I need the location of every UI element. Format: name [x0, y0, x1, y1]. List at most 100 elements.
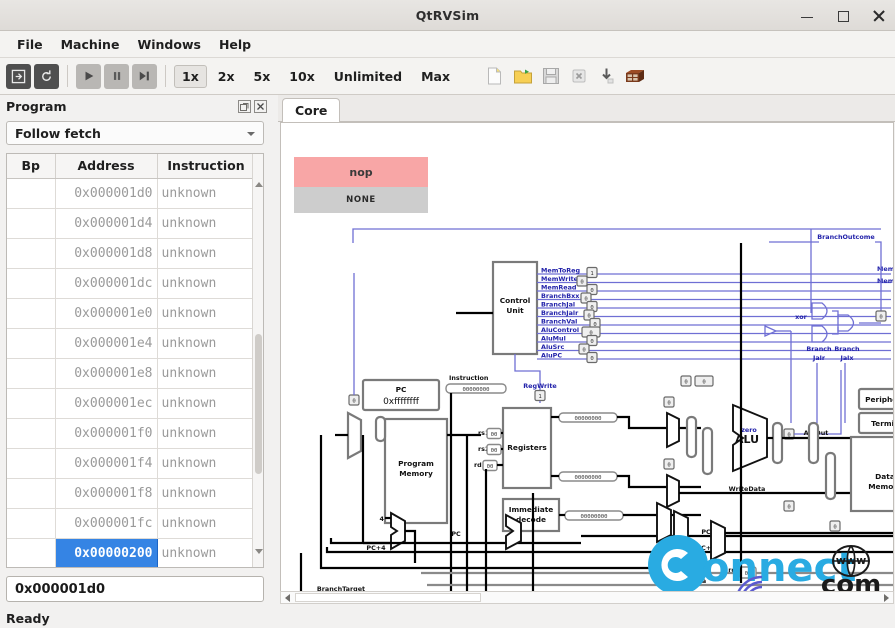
core-diagram-canvas[interactable]: nop NONE .blk { fill:#ffffff; stroke:#7a…	[280, 122, 894, 595]
float-icon[interactable]	[238, 100, 251, 113]
cell-address[interactable]: 0x000001f8	[55, 478, 158, 509]
cell-address[interactable]: 0x00000200	[54, 537, 158, 567]
reset-icon[interactable]	[6, 63, 31, 89]
hscroll-thumb[interactable]	[295, 593, 481, 602]
table-row[interactable]: 0x000001e0 unknown	[7, 298, 256, 329]
table-row[interactable]: 0x000001fc unknown	[7, 508, 256, 539]
save-as-icon[interactable]	[594, 64, 619, 89]
open-folder-icon[interactable]	[510, 64, 535, 89]
cell-bp[interactable]	[7, 538, 56, 567]
build-icon[interactable]	[622, 64, 647, 89]
registers-out2-value: 00000000	[575, 475, 602, 481]
cell-bp[interactable]	[7, 448, 56, 479]
program-dock: Program Follow fetch Bp Address Instruct…	[0, 95, 272, 610]
table-row[interactable]: 0x000001e4 unknown	[7, 328, 256, 359]
control-unit-label-2: Unit	[506, 306, 524, 315]
table-row[interactable]: 0x000001f0 unknown	[7, 418, 256, 449]
step-forward-icon[interactable]	[132, 63, 157, 89]
maximize-button[interactable]	[835, 8, 851, 24]
table-header-row: Bp Address Instruction	[7, 154, 256, 179]
cell-address[interactable]: 0x000001d4	[55, 208, 158, 239]
cell-address[interactable]: 0x000001fc	[55, 508, 158, 539]
table-row[interactable]: 0x000001dc unknown	[7, 268, 256, 299]
table-row[interactable]: 0x000001d8 unknown	[7, 238, 256, 269]
cell-bp[interactable]	[7, 298, 56, 329]
core-horizontal-scrollbar[interactable]	[280, 591, 894, 604]
cell-address[interactable]: 0x000001f4	[55, 448, 158, 479]
speed-5x[interactable]: 5x	[246, 65, 279, 88]
scroll-down-arrow-icon[interactable]	[253, 545, 263, 557]
program-vertical-scrollbar[interactable]	[252, 154, 263, 567]
cell-instruction[interactable]: unknown	[157, 178, 256, 209]
cell-bp[interactable]	[7, 388, 56, 419]
table-row[interactable]: 0x00000200 unknown	[7, 537, 256, 567]
close-file-icon[interactable]	[566, 64, 591, 89]
table-row[interactable]: 0x000001d4 unknown	[7, 208, 256, 239]
speed-10x[interactable]: 10x	[281, 65, 322, 88]
minimize-button[interactable]	[799, 8, 815, 24]
cell-instruction[interactable]: unknown	[157, 448, 256, 479]
speed-unlimited[interactable]: Unlimited	[326, 65, 410, 88]
menu-windows[interactable]: Windows	[128, 34, 210, 55]
cell-instruction[interactable]: unknown	[157, 268, 256, 299]
address-field[interactable]: 0x000001d0	[6, 576, 264, 602]
cell-address[interactable]: 0x000001f0	[55, 418, 158, 449]
scroll-left-arrow-icon[interactable]	[281, 592, 294, 603]
column-header-bp[interactable]: Bp	[7, 154, 56, 179]
cell-bp[interactable]	[7, 328, 56, 359]
cell-address[interactable]: 0x000001d0	[55, 178, 158, 209]
cell-bp[interactable]	[7, 358, 56, 389]
cell-bp[interactable]	[7, 268, 56, 299]
cell-address[interactable]: 0x000001ec	[55, 388, 158, 419]
cell-instruction[interactable]: unknown	[157, 508, 256, 539]
cell-address[interactable]: 0x000001e4	[55, 328, 158, 359]
menu-help[interactable]: Help	[210, 34, 260, 55]
menu-bar: File Machine Windows Help	[0, 31, 895, 58]
immediate-decode-value: 00000000	[581, 514, 608, 520]
cell-bp[interactable]	[7, 178, 56, 209]
table-row[interactable]: 0x000001f4 unknown	[7, 448, 256, 479]
cell-instruction[interactable]: unknown	[157, 418, 256, 449]
cell-instruction[interactable]: unknown	[157, 328, 256, 359]
pause-icon[interactable]	[104, 63, 129, 89]
cell-bp[interactable]	[7, 238, 56, 269]
cell-bp[interactable]	[7, 508, 56, 539]
table-row[interactable]: 0x000001d0 unknown	[7, 178, 256, 209]
cell-bp[interactable]	[7, 418, 56, 449]
column-header-instruction[interactable]: Instruction	[157, 154, 256, 179]
cell-instruction[interactable]: unknown	[157, 358, 256, 389]
cell-bp[interactable]	[7, 478, 56, 509]
tab-core[interactable]: Core	[282, 98, 341, 122]
cell-address[interactable]: 0x000001d8	[55, 238, 158, 269]
new-file-icon[interactable]	[482, 64, 507, 89]
cell-instruction[interactable]: unknown	[157, 238, 256, 269]
cell-instruction[interactable]: unknown	[157, 388, 256, 419]
close-icon[interactable]	[254, 100, 267, 113]
cell-instruction[interactable]: unknown	[157, 298, 256, 329]
scroll-right-arrow-icon[interactable]	[880, 592, 893, 603]
scroll-up-arrow-icon[interactable]	[253, 178, 263, 190]
cell-address[interactable]: 0x000001e8	[55, 358, 158, 389]
cell-instruction[interactable]: unknown	[157, 538, 256, 567]
program-dock-buttons	[238, 100, 267, 113]
save-icon[interactable]	[538, 64, 563, 89]
cell-instruction[interactable]: unknown	[157, 208, 256, 239]
cell-bp[interactable]	[7, 208, 56, 239]
reload-icon[interactable]	[34, 63, 59, 89]
cell-instruction[interactable]: unknown	[157, 478, 256, 509]
column-header-address[interactable]: Address	[55, 154, 158, 179]
scroll-thumb[interactable]	[255, 334, 262, 474]
speed-max[interactable]: Max	[413, 65, 458, 88]
table-row[interactable]: 0x000001ec unknown	[7, 388, 256, 419]
menu-machine[interactable]: Machine	[52, 34, 129, 55]
cell-address[interactable]: 0x000001dc	[55, 268, 158, 299]
close-button[interactable]	[871, 8, 887, 24]
follow-mode-combo[interactable]: Follow fetch	[6, 121, 264, 145]
speed-2x[interactable]: 2x	[210, 65, 243, 88]
speed-1x[interactable]: 1x	[174, 64, 207, 88]
menu-file[interactable]: File	[8, 34, 52, 55]
play-icon[interactable]	[76, 63, 101, 89]
cell-address[interactable]: 0x000001e0	[55, 298, 158, 329]
table-row[interactable]: 0x000001e8 unknown	[7, 358, 256, 389]
table-row[interactable]: 0x000001f8 unknown	[7, 478, 256, 509]
